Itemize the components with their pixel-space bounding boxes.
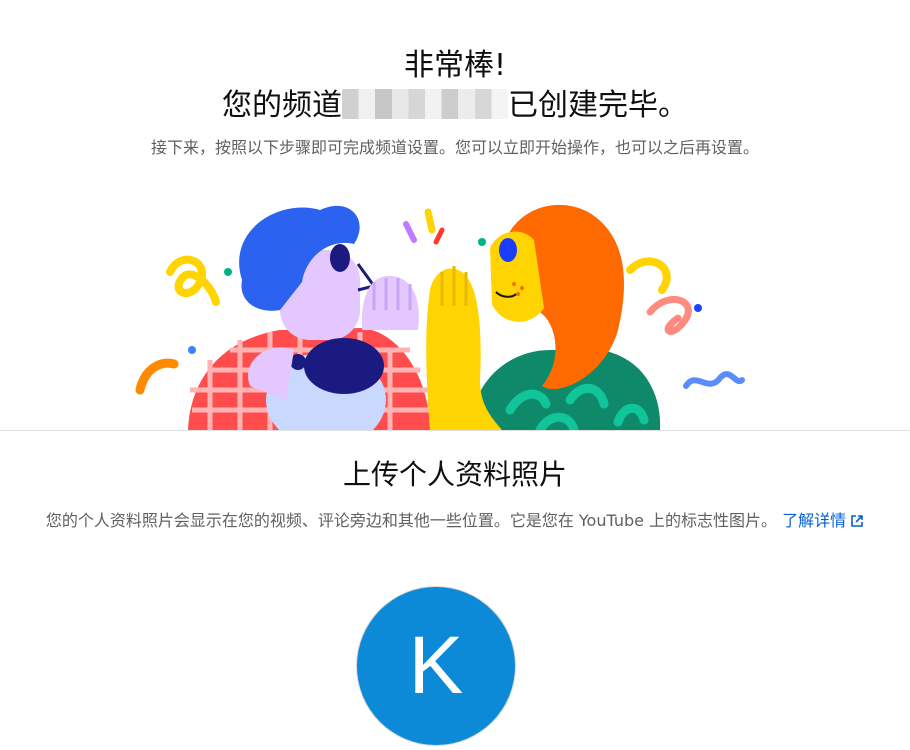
title-prefix: 您的频道 bbox=[222, 88, 342, 123]
celebration-illustration bbox=[135, 204, 745, 430]
section-divider bbox=[0, 430, 910, 431]
learn-more-label: 了解详情 bbox=[782, 511, 847, 530]
external-link-icon bbox=[851, 515, 863, 527]
page-subtitle: 接下来，按照以下步骤即可完成频道设置。您可以立即开始操作，也可以之后再设置。 bbox=[150, 138, 759, 157]
avatar-letter: K bbox=[408, 620, 464, 711]
profile-photo-description: 您的个人资料照片会显示在您的视频、评论旁边和其他一些位置。它是您在 YouTub… bbox=[30, 507, 880, 535]
description-text: 您的个人资料照片会显示在您的视频、评论旁边和其他一些位置。它是您在 YouTub… bbox=[45, 511, 778, 530]
title-suffix: 已创建完毕。 bbox=[508, 88, 688, 123]
profile-photo-title: 上传个人资料照片 bbox=[342, 458, 567, 491]
redacted-channel-name bbox=[342, 89, 508, 119]
profile-avatar[interactable]: K bbox=[357, 587, 515, 745]
learn-more-link[interactable]: 了解详情 bbox=[782, 511, 864, 530]
page-title: 非常棒! bbox=[403, 48, 507, 83]
channel-created-title: 您的频道 已创建完毕。 bbox=[0, 86, 910, 126]
